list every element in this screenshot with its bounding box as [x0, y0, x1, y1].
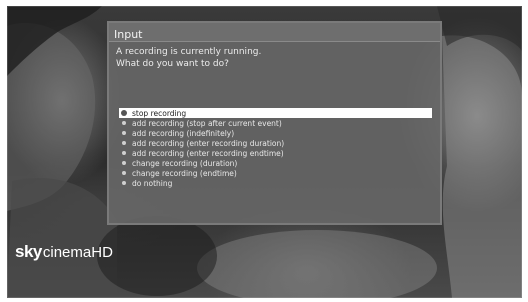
- option-stop-recording[interactable]: stop recording: [119, 108, 432, 118]
- options-list: stop recording add recording (stop after…: [119, 108, 432, 188]
- option-label: add recording (indefinitely): [132, 128, 235, 138]
- bullet-icon: [122, 151, 126, 155]
- option-label: stop recording: [132, 108, 187, 118]
- dialog-message: A recording is currently running. What d…: [109, 42, 440, 70]
- left-figure-arm: [7, 177, 117, 298]
- option-do-nothing[interactable]: do nothing: [119, 178, 432, 188]
- option-change-recording-endtime[interactable]: change recording (endtime): [119, 168, 432, 178]
- option-label: change recording (duration): [132, 158, 238, 168]
- option-add-recording-enter-endtime[interactable]: add recording (enter recording endtime): [119, 148, 432, 158]
- dialog-message-line-1: A recording is currently running.: [116, 47, 262, 57]
- option-label: add recording (enter recording endtime): [132, 148, 284, 158]
- option-add-recording-enter-duration[interactable]: add recording (enter recording duration): [119, 138, 432, 148]
- dialog-message-line-2: What do you want to do?: [116, 59, 229, 69]
- option-label: add recording (enter recording duration): [132, 138, 285, 148]
- bullet-icon: [122, 141, 126, 145]
- option-label: add recording (stop after current event): [132, 118, 282, 128]
- channel-logo-product: cinema: [42, 244, 92, 261]
- bullet-icon: [122, 121, 126, 125]
- lower-center-highlight: [197, 230, 437, 298]
- right-figure-shape: [442, 35, 522, 298]
- bullet-icon: [122, 131, 126, 135]
- lower-left-shadow: [97, 216, 217, 296]
- bullet-icon: [122, 181, 126, 185]
- channel-logo-suffix: HD: [91, 244, 113, 261]
- recording-input-dialog: Input A recording is currently running. …: [107, 21, 442, 225]
- channel-logo-brand: sky: [15, 242, 42, 261]
- tv-screen: Input A recording is currently running. …: [7, 6, 522, 298]
- dialog-title: Input: [114, 28, 143, 41]
- option-label: do nothing: [132, 178, 173, 188]
- bullet-icon: [122, 161, 126, 165]
- option-add-recording-indefinitely[interactable]: add recording (indefinitely): [119, 128, 432, 138]
- bullet-icon: [122, 171, 126, 175]
- option-add-recording-stop-after-current-event[interactable]: add recording (stop after current event): [119, 118, 432, 128]
- channel-logo: sky cinema HD: [15, 242, 113, 262]
- option-label: change recording (endtime): [132, 168, 237, 178]
- selected-radio-icon: [121, 110, 127, 116]
- option-change-recording-duration[interactable]: change recording (duration): [119, 158, 432, 168]
- dialog-header: Input: [109, 23, 440, 42]
